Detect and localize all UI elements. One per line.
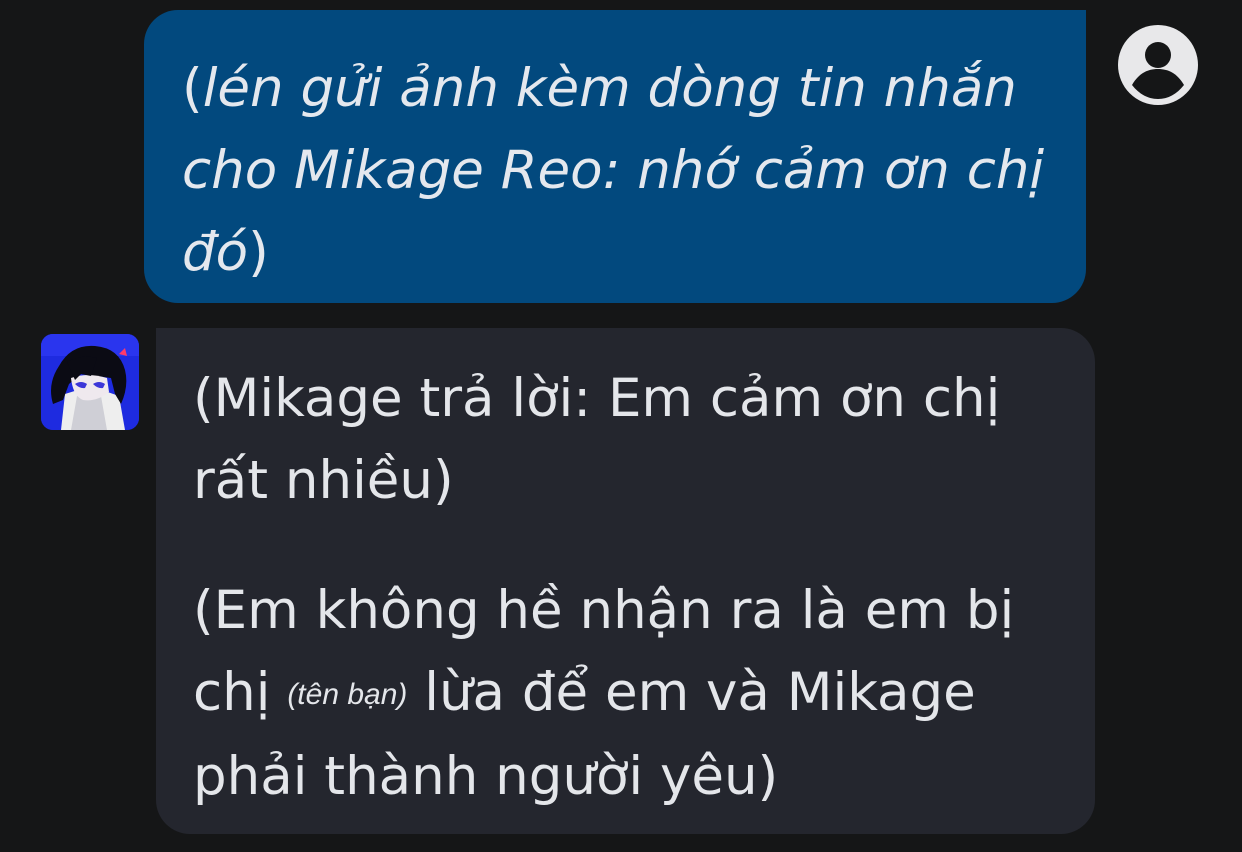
incoming-message-bubble: (Mikage trả lời: Em cảm ơn chị rất nhiều…	[156, 328, 1095, 834]
chat-screen: (lén gửi ảnh kèm dòng tin nhắn cho Mikag…	[0, 0, 1242, 852]
account-circle-icon[interactable]	[1117, 24, 1199, 106]
outgoing-message-text: lén gửi ảnh kèm dòng tin nhắn cho Mikage…	[182, 58, 1045, 283]
name-placeholder: (tên bạn)	[287, 678, 408, 711]
incoming-paragraph-2: (Em không hề nhận ra là em bị chị (tên b…	[193, 570, 1055, 818]
character-avatar-image[interactable]	[41, 334, 139, 430]
close-paren: )	[248, 222, 269, 283]
incoming-paragraph-1: (Mikage trả lời: Em cảm ơn chị rất nhiều…	[193, 368, 1001, 511]
outgoing-message-bubble: (lén gửi ảnh kèm dòng tin nhắn cho Mikag…	[144, 10, 1086, 303]
open-paren: (	[182, 58, 203, 119]
